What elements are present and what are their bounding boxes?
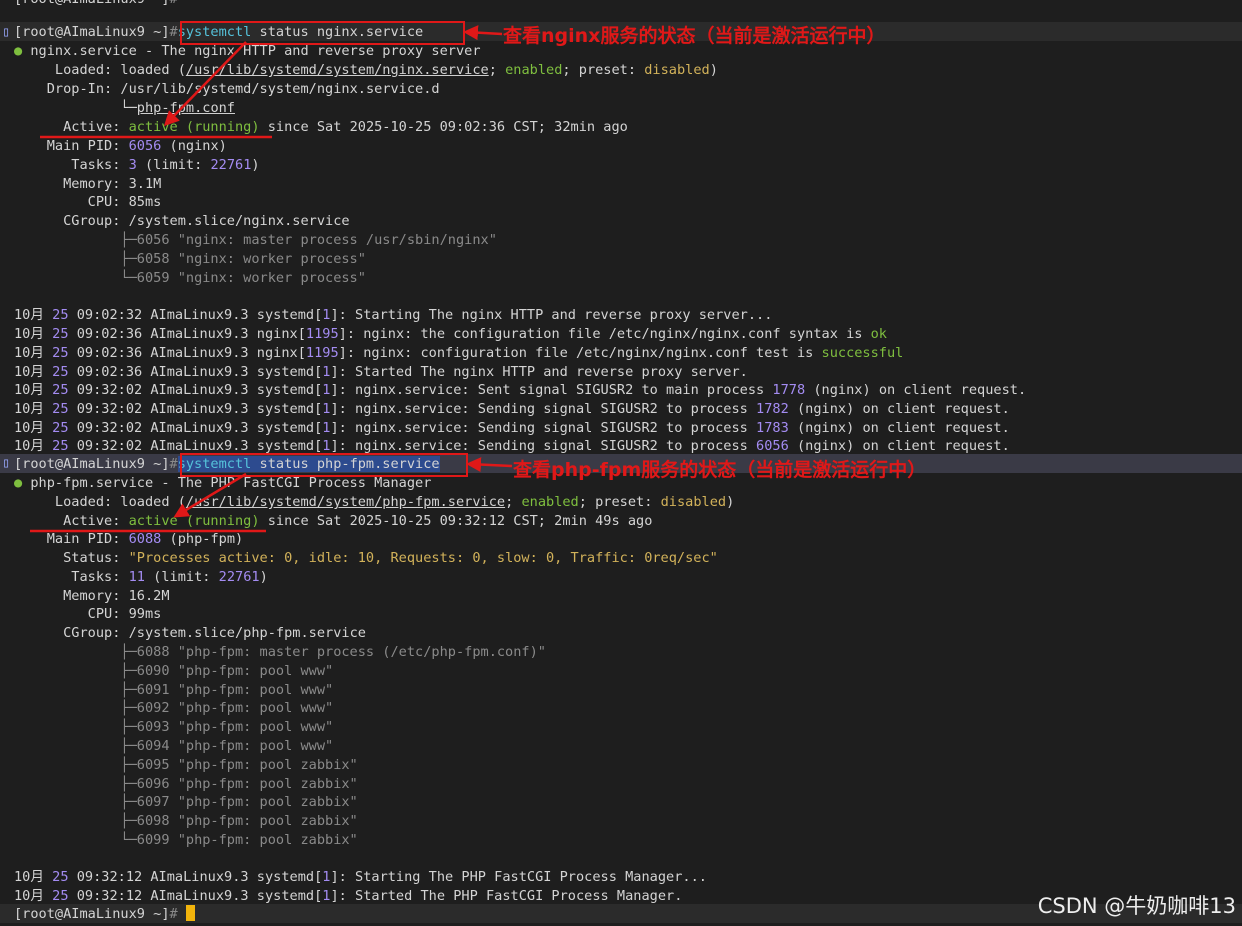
- arrow-to-php-cmd: [466, 457, 513, 473]
- watermark: CSDN @牛奶咖啡13: [1037, 894, 1236, 918]
- annotation-arrows: [30, 25, 513, 533]
- arrow-to-php-active: [173, 472, 247, 518]
- arrow-to-nginx-cmd: [463, 25, 503, 41]
- arrow-to-nginx-active: [163, 41, 247, 127]
